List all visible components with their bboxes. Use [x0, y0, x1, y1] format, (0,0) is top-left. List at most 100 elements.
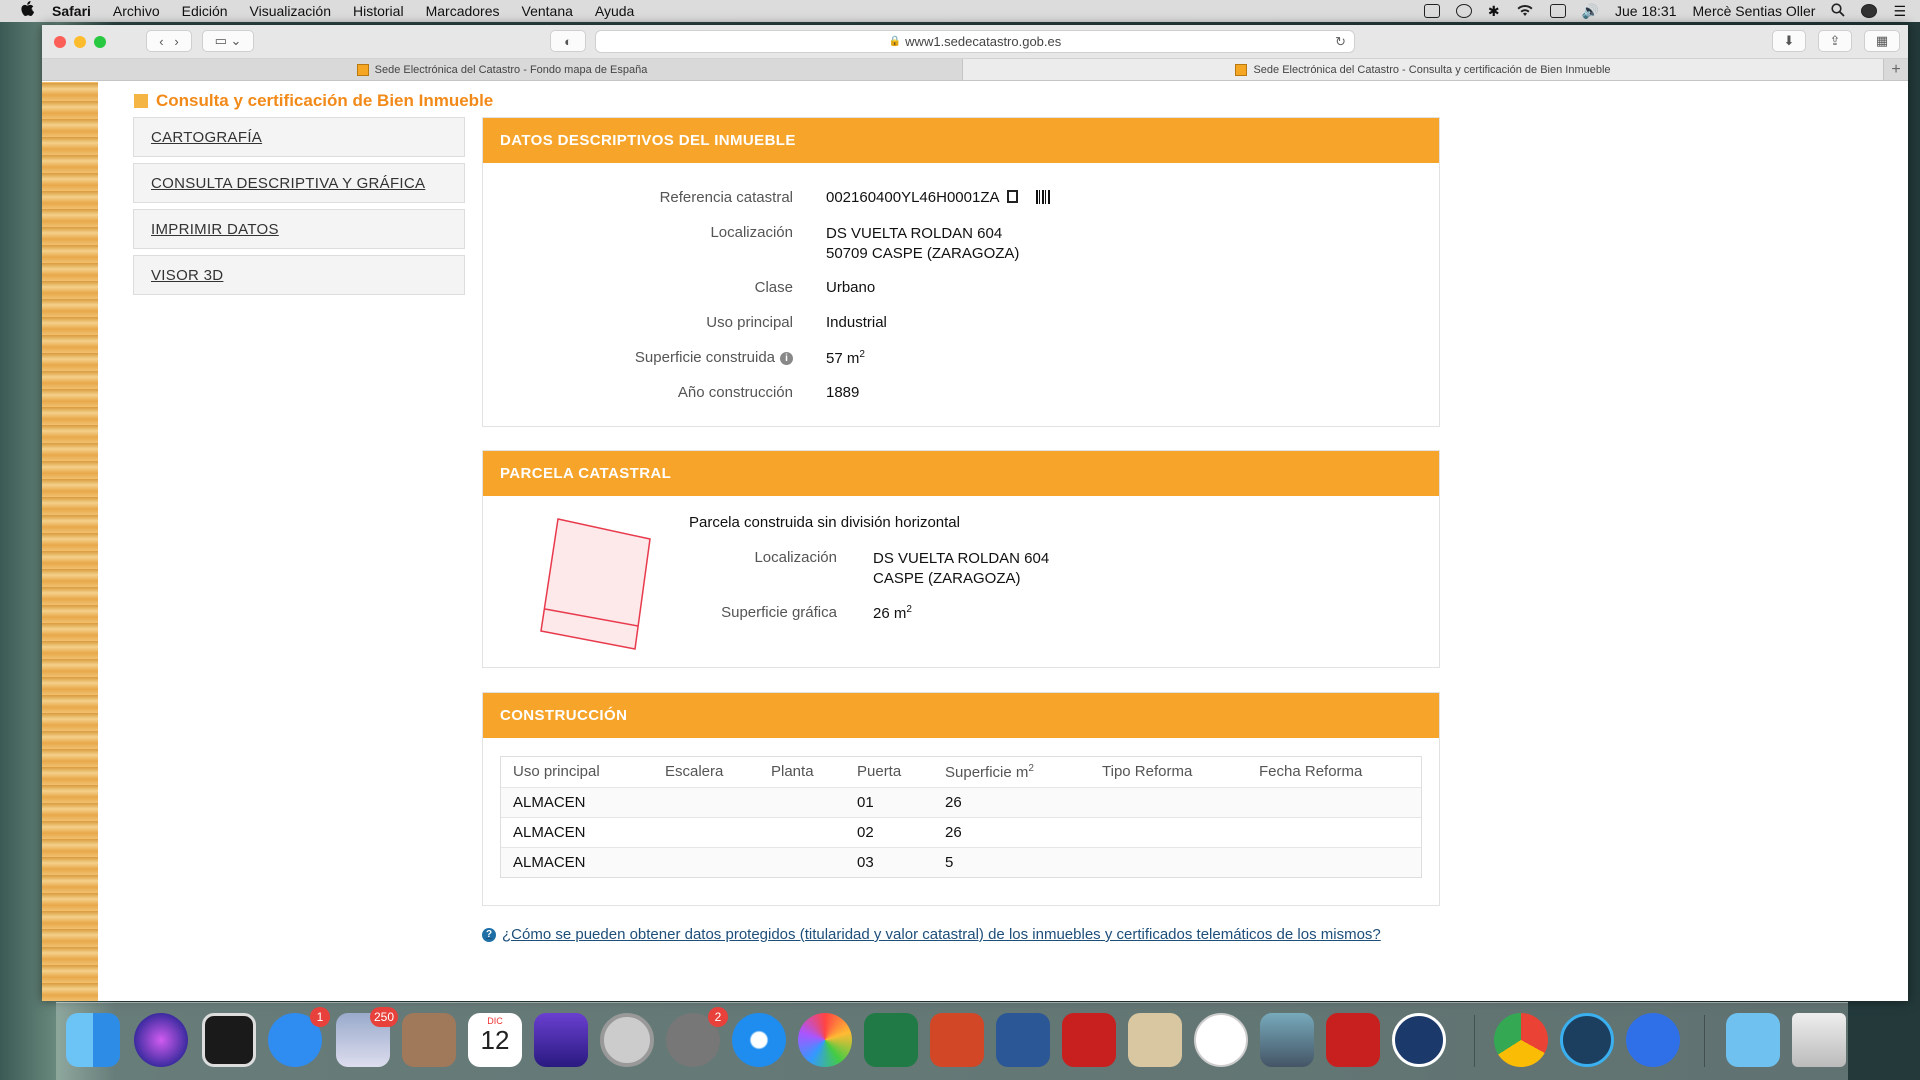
- close-window-button[interactable]: [54, 36, 66, 48]
- menu-visualizacion[interactable]: Visualización: [250, 3, 331, 19]
- siri-icon[interactable]: [134, 1013, 188, 1067]
- nav-visor-3d[interactable]: VISOR 3D: [133, 255, 465, 295]
- parcela-description: Parcela construida sin división horizont…: [689, 514, 960, 531]
- menu-edicion[interactable]: Edición: [182, 3, 228, 19]
- calendar-icon[interactable]: DIC 12: [468, 1013, 522, 1067]
- page-content: Consulta y certificación de Bien Inmuebl…: [42, 82, 1908, 1001]
- acrobat-reader-icon[interactable]: [1326, 1013, 1380, 1067]
- app-store-icon[interactable]: 1: [268, 1007, 330, 1067]
- time-machine-icon[interactable]: [1455, 4, 1472, 18]
- badge: 250: [369, 1007, 398, 1027]
- sidebar-button[interactable]: ▭ ⌄: [202, 30, 254, 52]
- skype-icon[interactable]: [1626, 1013, 1680, 1067]
- user-name[interactable]: Mercè Sentias Oller: [1693, 3, 1816, 19]
- table-header-row: Uso principal Escalera Planta Puerta Sup…: [501, 757, 1421, 787]
- downloads-button[interactable]: ⬇: [1772, 30, 1806, 52]
- bluetooth-icon[interactable]: ✱: [1488, 3, 1500, 20]
- reload-icon[interactable]: ↻: [1335, 34, 1346, 50]
- siri-icon[interactable]: [1861, 4, 1878, 18]
- col-tipo-reforma[interactable]: Tipo Reforma: [1090, 757, 1247, 787]
- parcel-shape-image[interactable]: [538, 511, 658, 656]
- tab-consulta[interactable]: Sede Electrónica del Catastro - Consulta…: [963, 59, 1884, 80]
- back-icon[interactable]: ‹: [159, 34, 163, 49]
- field-label: Superficie construida: [634, 349, 775, 366]
- barcode-icon[interactable]: [1036, 190, 1050, 204]
- table-row: ALMACEN 02 26: [501, 816, 1421, 847]
- mail-icon[interactable]: 250: [336, 1007, 398, 1067]
- music-icon[interactable]: [1194, 1013, 1248, 1067]
- clock[interactable]: Jue 18:31: [1615, 3, 1677, 19]
- safari-icon[interactable]: [732, 1013, 786, 1067]
- address-bar[interactable]: 🔒 www1.sedecatastro.gob.es ↻: [595, 30, 1355, 53]
- superscript: 2: [859, 349, 865, 360]
- nav-imprimir-datos[interactable]: IMPRIMIR DATOS: [133, 209, 465, 249]
- parcela-loc-line-2: CASPE (ZARAGOZA): [873, 570, 1021, 587]
- menu-safari[interactable]: Safari: [52, 3, 91, 19]
- col-escalera[interactable]: Escalera: [653, 757, 759, 787]
- acrobat-icon[interactable]: [1062, 1013, 1116, 1067]
- screen-icon[interactable]: [1423, 4, 1440, 18]
- system-preferences-icon[interactable]: 2: [666, 1007, 728, 1067]
- new-tab-button[interactable]: +: [1884, 59, 1908, 80]
- tab-overview-button[interactable]: ▦: [1864, 30, 1900, 52]
- nav-cartografia[interactable]: CARTOGRAFÍA: [133, 117, 465, 157]
- image-capture-icon[interactable]: [1260, 1013, 1314, 1067]
- table-row: ALMACEN 01 26: [501, 786, 1421, 817]
- menu-ayuda[interactable]: Ayuda: [595, 3, 634, 19]
- col-uso-principal[interactable]: Uso principal: [501, 757, 653, 787]
- menu-marcadores[interactable]: Marcadores: [426, 3, 500, 19]
- share-button[interactable]: ⇪: [1818, 30, 1852, 52]
- trash-icon[interactable]: [1792, 1013, 1846, 1067]
- col-puerta[interactable]: Puerta: [845, 757, 933, 787]
- col-fecha-reforma[interactable]: Fecha Reforma: [1247, 757, 1421, 787]
- col-planta[interactable]: Planta: [759, 757, 845, 787]
- cell: 5: [933, 846, 1090, 877]
- spotlight-icon[interactable]: [1831, 2, 1846, 20]
- word-icon[interactable]: [996, 1013, 1050, 1067]
- chrome-icon[interactable]: [1494, 1013, 1548, 1067]
- finder-icon[interactable]: [66, 1013, 120, 1067]
- shield-icon: ◐: [564, 33, 572, 49]
- field-value-wrap: 002160400YL46H0001ZA: [826, 189, 1050, 206]
- forward-icon[interactable]: ›: [174, 34, 178, 49]
- info-icon[interactable]: i: [780, 352, 793, 365]
- minimize-window-button[interactable]: [74, 36, 86, 48]
- copy-icon[interactable]: [1006, 190, 1018, 203]
- panel-header: CONSTRUCCIÓN: [483, 693, 1439, 738]
- tab-title: Sede Electrónica del Catastro - Consulta…: [1253, 63, 1611, 76]
- safari-window: ‹ › ▭ ⌄ ◐ 🔒 www1.sedecatastro.gob.es ↻ ⬇…: [42, 25, 1908, 1001]
- col-superficie[interactable]: Superficie m2: [933, 757, 1090, 787]
- notification-center-icon[interactable]: ☰: [1893, 3, 1906, 20]
- apple-menu-icon[interactable]: [20, 1, 35, 21]
- lock-icon: 🔒: [888, 36, 902, 47]
- contacts-icon[interactable]: [402, 1013, 456, 1067]
- decorative-background-strip: [42, 82, 98, 1001]
- volume-icon[interactable]: 🔊: [1582, 3, 1599, 20]
- powerpoint-icon[interactable]: [930, 1013, 984, 1067]
- back-forward-buttons[interactable]: ‹ ›: [146, 30, 192, 52]
- tab-fondo-mapa[interactable]: Sede Electrónica del Catastro - Fondo ma…: [42, 59, 963, 80]
- excel-icon[interactable]: [864, 1013, 918, 1067]
- localizacion-line-2: 50709 CASPE (ZARAGOZA): [826, 245, 1020, 262]
- imovie-icon[interactable]: [534, 1013, 588, 1067]
- field-label: Año construcción: [677, 384, 793, 401]
- cell: ALMACEN: [501, 846, 653, 877]
- disabled-app-icon[interactable]: [600, 1013, 654, 1067]
- privacy-button[interactable]: ◐: [550, 30, 586, 52]
- battery-icon[interactable]: [1549, 4, 1566, 18]
- teamviewer-icon[interactable]: [1392, 1013, 1446, 1067]
- col-superficie-label: Superficie m: [945, 763, 1029, 781]
- help-link[interactable]: ? ¿Cómo se pueden obtener datos protegid…: [482, 926, 1381, 943]
- preview-icon[interactable]: [1128, 1013, 1182, 1067]
- photos-icon[interactable]: [798, 1013, 852, 1067]
- nav-consulta-descriptiva[interactable]: CONSULTA DESCRIPTIVA Y GRÁFICA: [133, 163, 465, 203]
- wifi-icon[interactable]: [1516, 3, 1534, 20]
- cell: 26: [933, 786, 1090, 817]
- photo-booth-icon[interactable]: [202, 1013, 256, 1067]
- zoom-window-button[interactable]: [94, 36, 106, 48]
- applications-folder-icon[interactable]: [1726, 1013, 1780, 1067]
- menu-archivo[interactable]: Archivo: [113, 3, 160, 19]
- menu-historial[interactable]: Historial: [353, 3, 404, 19]
- quicktime-icon[interactable]: [1560, 1013, 1614, 1067]
- menu-ventana[interactable]: Ventana: [522, 3, 573, 19]
